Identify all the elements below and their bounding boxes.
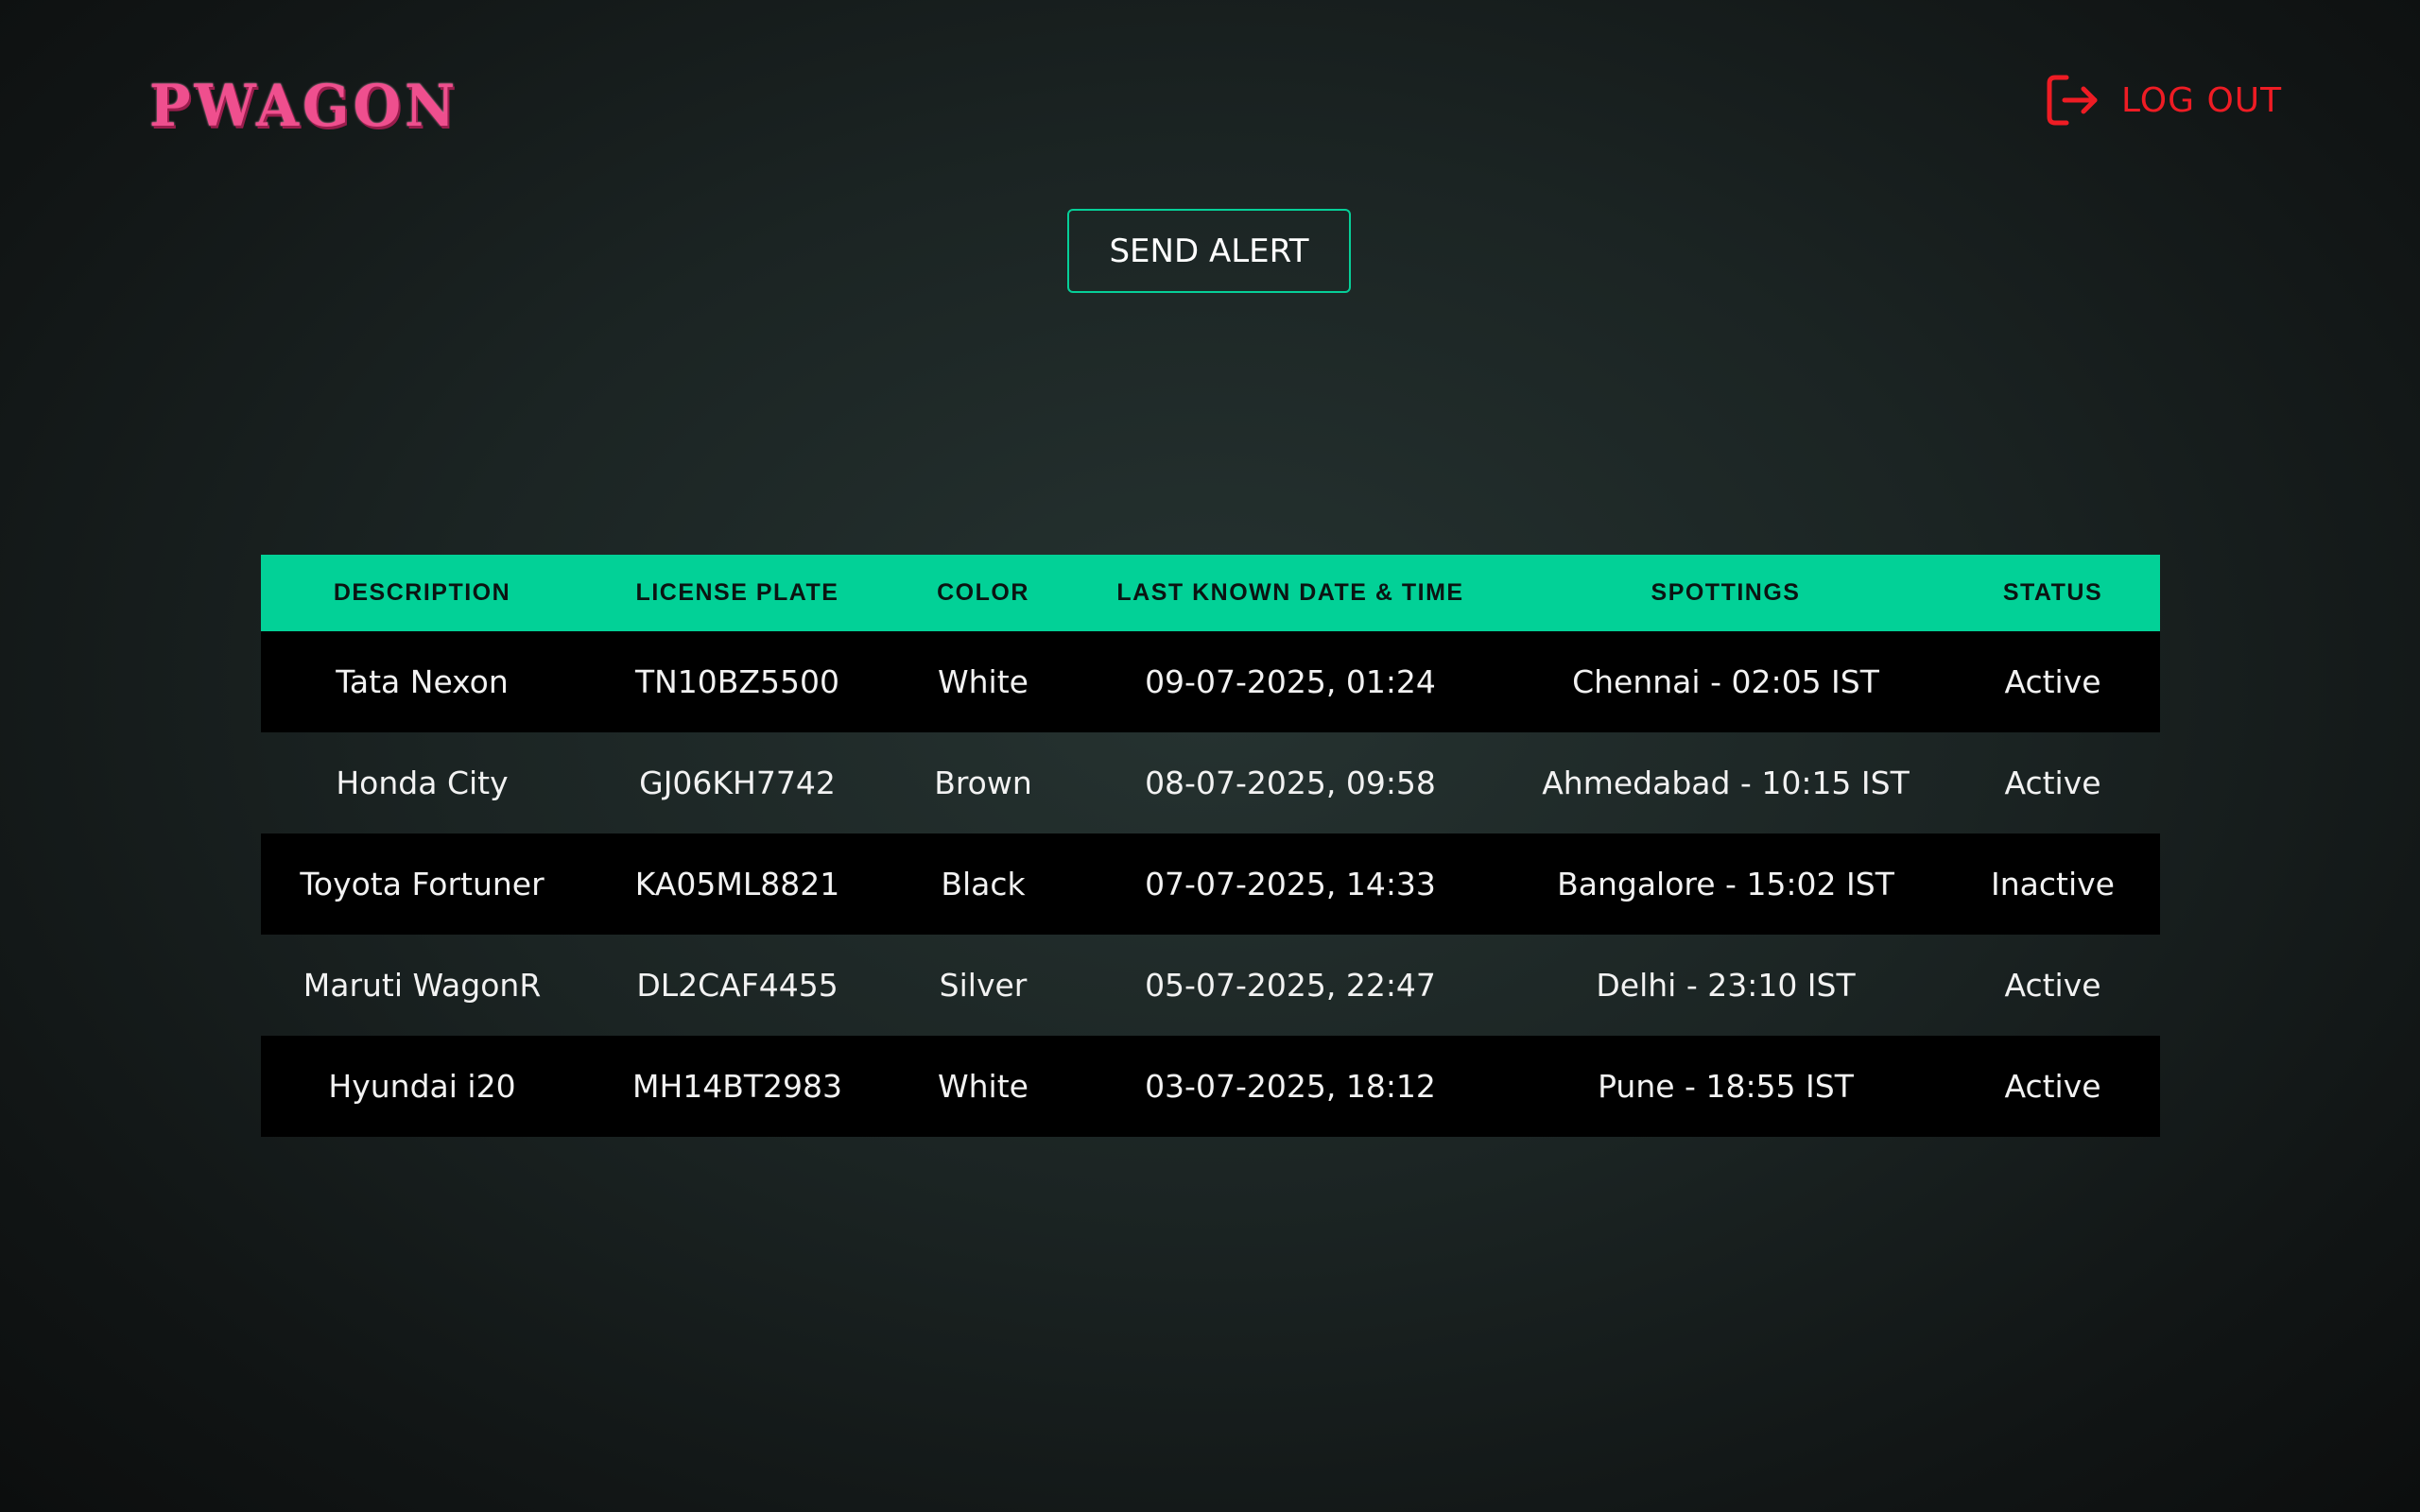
logout-button[interactable]: LOG OUT [2044,72,2282,129]
cell-license-plate: DL2CAF4455 [636,967,838,1004]
cell-status: Active [2004,1068,2101,1105]
cell-description: Hyundai i20 [328,1068,516,1105]
table-row[interactable]: Toyota Fortuner KA05ML8821 Black 07-07-2… [261,833,2160,935]
cell-description: Honda City [336,765,509,801]
cell-color: Brown [934,765,1032,801]
cell-color: Black [941,866,1026,902]
cell-license-plate: GJ06KH7742 [639,765,836,801]
vehicles-table: DESCRIPTION LICENSE PLATE COLOR LAST KNO… [261,555,2160,1137]
cell-spottings: Delhi - 23:10 IST [1596,967,1856,1004]
table-row[interactable]: Honda City GJ06KH7742 Brown 08-07-2025, … [261,732,2160,833]
cell-color: Silver [939,967,1028,1004]
cell-status: Active [2004,765,2101,801]
cell-spottings: Chennai - 02:05 IST [1572,663,1879,700]
table-row[interactable]: Tata Nexon TN10BZ5500 White 09-07-2025, … [261,631,2160,732]
cell-last-known: 07-07-2025, 14:33 [1145,866,1436,902]
column-header-description: DESCRIPTION [333,579,511,606]
cell-color: White [938,1068,1028,1105]
logout-label: LOG OUT [2121,80,2283,120]
send-alert-button[interactable]: SEND ALERT [1067,209,1351,293]
cell-spottings: Bangalore - 15:02 IST [1557,866,1894,902]
cell-description: Toyota Fortuner [300,866,544,902]
cell-last-known: 05-07-2025, 22:47 [1145,967,1436,1004]
cell-license-plate: KA05ML8821 [634,866,840,902]
column-header-license-plate: LICENSE PLATE [635,579,839,606]
table-header-row: DESCRIPTION LICENSE PLATE COLOR LAST KNO… [261,555,2160,631]
cell-status: Inactive [1991,866,2115,902]
cell-description: Tata Nexon [336,663,509,700]
cell-status: Active [2004,967,2101,1004]
table-row[interactable]: Hyundai i20 MH14BT2983 White 03-07-2025,… [261,1036,2160,1137]
column-header-color: COLOR [937,579,1029,606]
cell-description: Maruti WagonR [302,967,542,1004]
column-header-status: STATUS [2002,579,2103,606]
cell-last-known: 03-07-2025, 18:12 [1145,1068,1436,1105]
column-header-spottings: SPOTTINGS [1651,579,1801,606]
cell-color: White [938,663,1028,700]
table-row[interactable]: Maruti WagonR DL2CAF4455 Silver 05-07-20… [261,935,2160,1036]
cell-spottings: Ahmedabad - 10:15 IST [1542,765,1910,801]
cell-license-plate: MH14BT2983 [631,1068,843,1105]
cell-status: Active [2004,663,2101,700]
logout-icon [2044,72,2100,129]
cell-spottings: Pune - 18:55 IST [1598,1068,1854,1105]
cell-last-known: 08-07-2025, 09:58 [1145,765,1436,801]
app-logo: PWAGON [149,72,459,140]
cell-license-plate: TN10BZ5500 [634,663,840,700]
cell-last-known: 09-07-2025, 01:24 [1145,663,1436,700]
column-header-last-known: LAST KNOWN DATE & TIME [1116,579,1464,606]
